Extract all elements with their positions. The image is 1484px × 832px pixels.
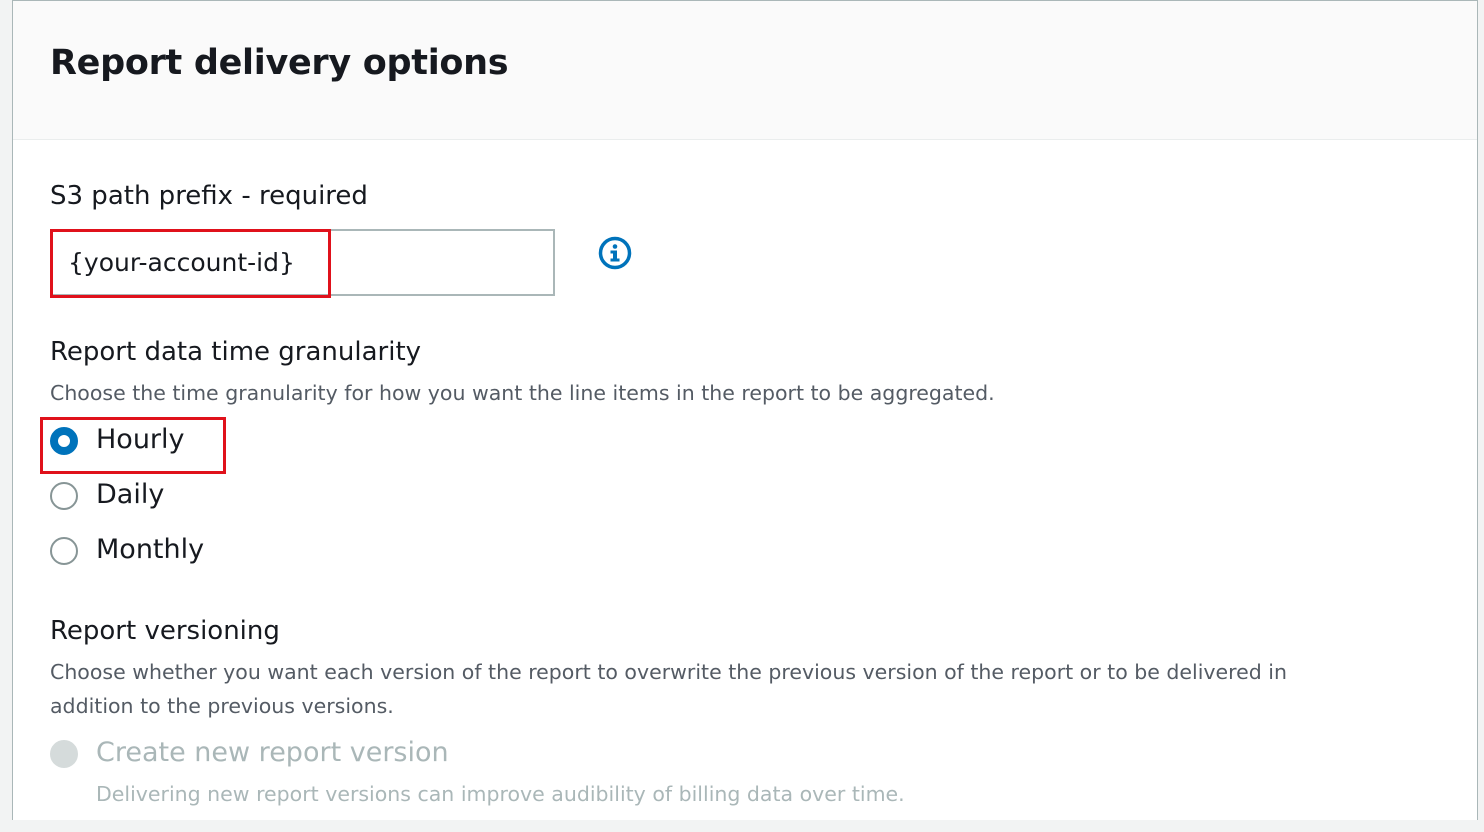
panel-header: Report delivery options: [13, 1, 1477, 140]
radio-label-monthly: Monthly: [96, 534, 205, 565]
granularity-label: Report data time granularity: [50, 337, 422, 367]
s3-prefix-label: S3 path prefix - required: [50, 181, 368, 211]
granularity-description: Choose the time granularity for how you …: [50, 381, 995, 405]
panel-title: Report delivery options: [50, 43, 509, 83]
radio-label-create-new-version: Create new report version: [96, 737, 449, 768]
create-new-version-description: Delivering new report versions can impro…: [96, 782, 905, 806]
versioning-description-line2: addition to the previous versions.: [50, 694, 394, 718]
radio-button-monthly[interactable]: [50, 537, 78, 565]
highlight-box-hourly: [40, 417, 226, 474]
report-delivery-options-panel: Report delivery options S3 path prefix -…: [12, 0, 1478, 820]
radio-button-create-new-version[interactable]: [50, 740, 78, 768]
page-background-strip: [0, 820, 1484, 832]
versioning-description-line1: Choose whether you want each version of …: [50, 660, 1287, 684]
info-icon[interactable]: [598, 236, 632, 270]
radio-button-daily[interactable]: [50, 482, 78, 510]
versioning-label: Report versioning: [50, 616, 280, 646]
radio-label-daily: Daily: [96, 479, 165, 510]
highlight-box-s3-prefix: [50, 229, 331, 298]
